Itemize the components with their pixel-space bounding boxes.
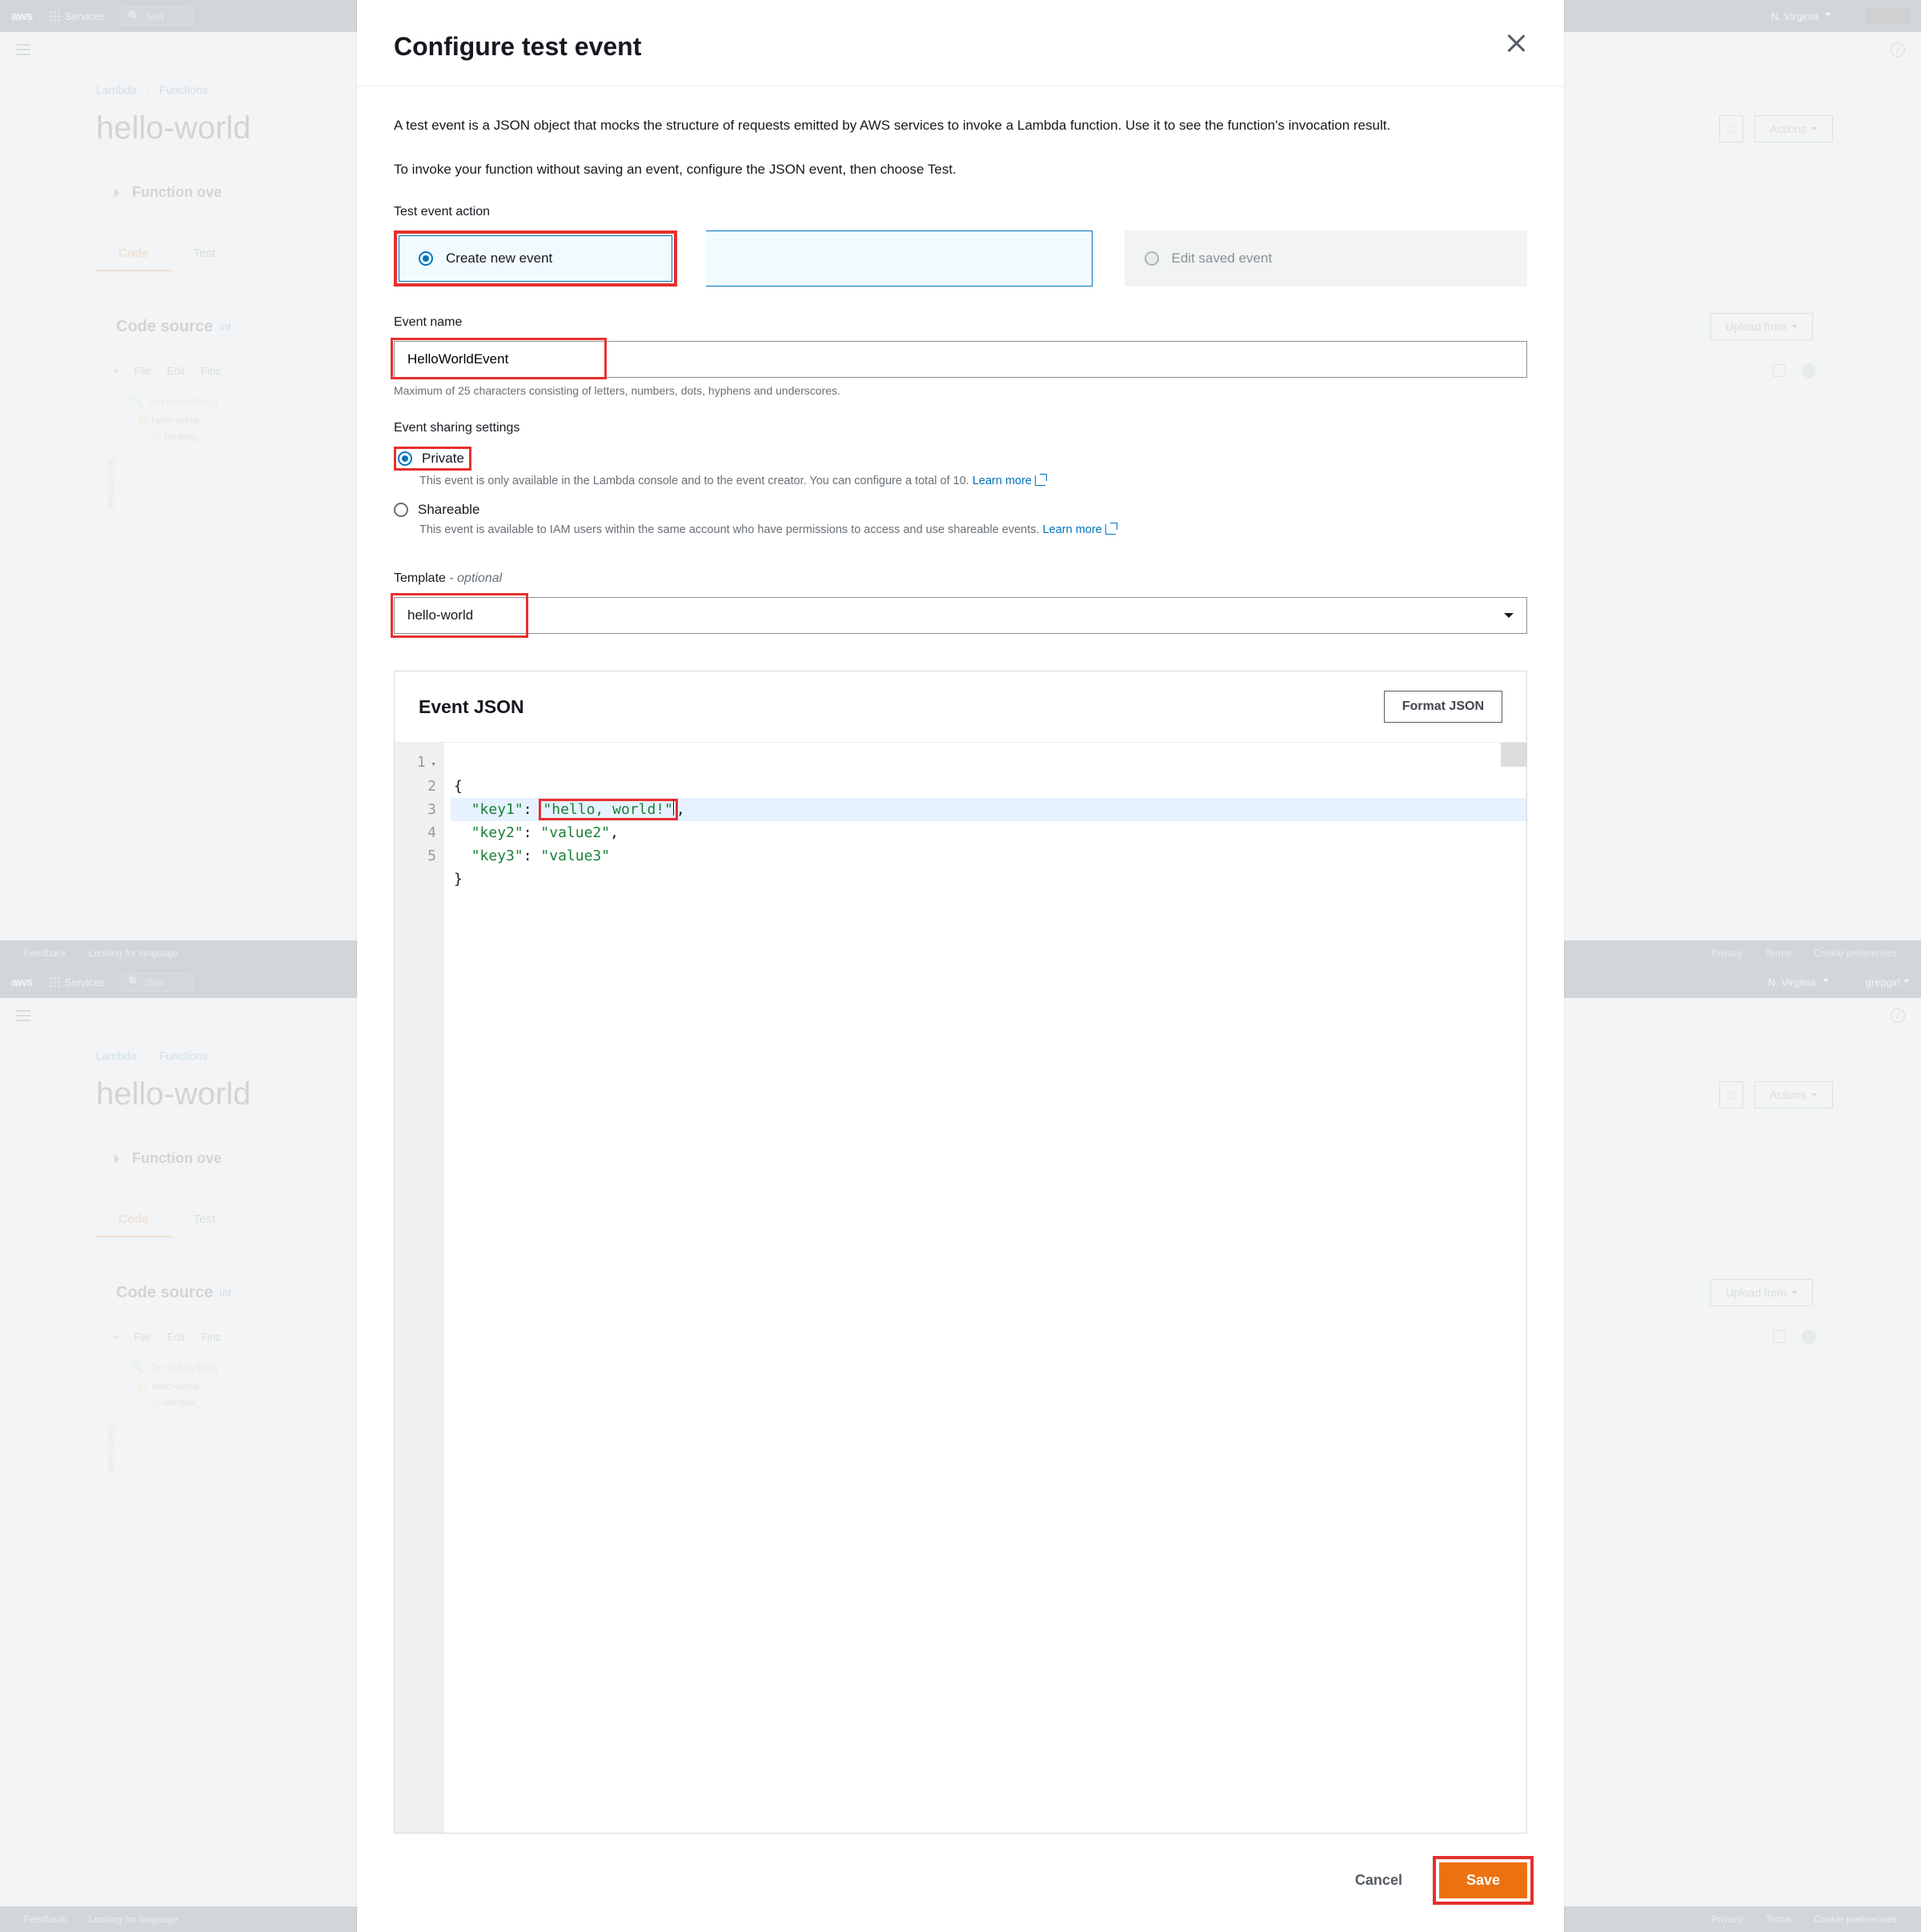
label-template: Template - optional (394, 571, 1527, 586)
close-icon[interactable] (1505, 32, 1527, 54)
radio-dot-icon (1145, 251, 1159, 266)
modal-description: A test event is a JSON object that mocks… (394, 115, 1527, 136)
radio-label: Private (422, 451, 464, 467)
event-name-help: Maximum of 25 characters consisting of l… (394, 384, 1527, 397)
event-name-input[interactable] (394, 341, 1527, 378)
cancel-button[interactable]: Cancel (1337, 1862, 1420, 1898)
format-json-button[interactable]: Format JSON (1384, 691, 1502, 723)
highlight-create-new: Create new event (394, 230, 677, 287)
radio-create-new-event-ext[interactable] (706, 230, 1093, 287)
external-link-icon (1035, 474, 1047, 486)
modal-title: Configure test event (394, 32, 641, 62)
text-cursor (673, 800, 674, 816)
radio-create-new-event[interactable]: Create new event (399, 235, 672, 282)
external-link-icon (1105, 523, 1117, 535)
label-event-name: Event name (394, 315, 1527, 330)
configure-test-event-modal: Configure test event A test event is a J… (357, 0, 1564, 1932)
editor-content[interactable]: { "key1": "hello, world!", "key2": "valu… (444, 743, 1526, 1833)
modal-footer: Cancel Save (357, 1834, 1564, 1932)
radio-private[interactable]: Private (398, 451, 464, 467)
learn-more-link[interactable]: Learn more (1043, 523, 1117, 536)
caret-down-icon (1504, 613, 1514, 623)
radio-label: Edit saved event (1172, 251, 1273, 267)
radio-dot-icon (398, 451, 412, 466)
radio-edit-saved-event: Edit saved event (1125, 230, 1528, 287)
template-value: hello-world (407, 607, 473, 623)
modal-description-2: To invoke your function without saving a… (394, 162, 1527, 178)
private-help: This event is only available in the Lamb… (419, 474, 1527, 487)
learn-more-link[interactable]: Learn more (973, 475, 1047, 487)
editor-gutter: 1 2 3 4 5 (395, 743, 444, 1833)
radio-label: Create new event (446, 251, 552, 267)
modal-header: Configure test event (357, 0, 1564, 86)
scrollbar-stub[interactable] (1501, 743, 1526, 767)
highlight-json-value: "hello, world!" (539, 799, 678, 820)
shareable-help: This event is available to IAM users wit… (419, 523, 1527, 536)
label-sharing: Event sharing settings (394, 421, 1527, 435)
template-select[interactable]: hello-world (394, 597, 1527, 634)
radio-dot-icon (394, 503, 408, 517)
event-json-panel: Event JSON Format JSON 1 2 3 4 5 { "key1… (394, 671, 1527, 1834)
highlight-save: Save (1433, 1856, 1534, 1905)
radio-shareable[interactable]: Shareable (394, 502, 1527, 518)
event-json-title: Event JSON (419, 696, 524, 718)
save-button[interactable]: Save (1439, 1862, 1527, 1898)
highlight-private: Private (394, 447, 471, 471)
json-editor[interactable]: 1 2 3 4 5 { "key1": "hello, world!", "ke… (395, 743, 1526, 1833)
label-test-event-action: Test event action (394, 205, 1527, 219)
radio-label: Shareable (418, 502, 480, 518)
radio-dot-icon (419, 251, 433, 266)
